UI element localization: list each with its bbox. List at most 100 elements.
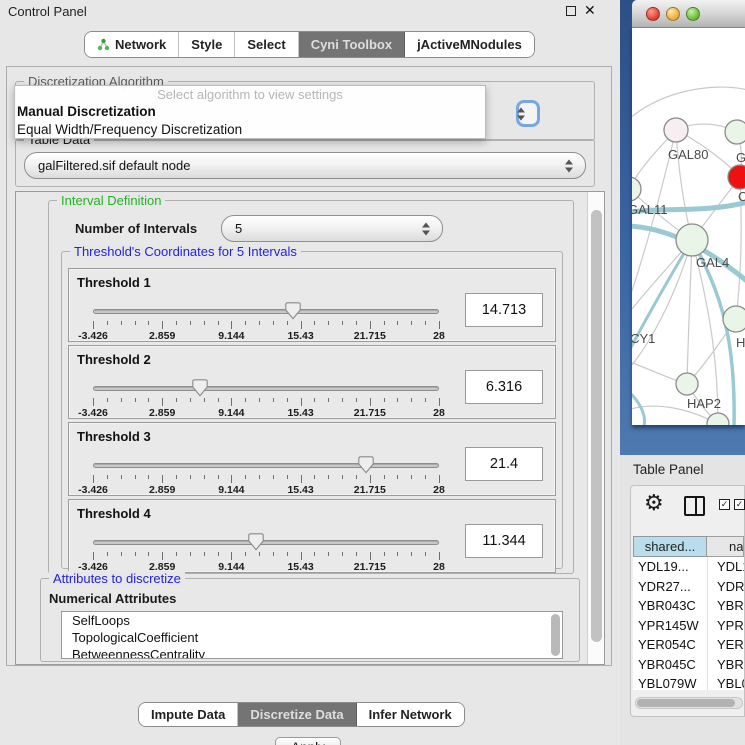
- checkbox-icon[interactable]: ✓: [734, 499, 745, 510]
- node-table[interactable]: shared... na YDL19...YDL1YDR27...YDR2YBR…: [633, 536, 744, 690]
- table-rows: YDL19...YDL1YDR27...YDR2YBR043CYBR0YPR14…: [633, 557, 744, 690]
- tab-label: Discretize Data: [250, 707, 343, 722]
- cyni-toolbox-panel: Discretization Algorithm Select algorith…: [6, 66, 612, 666]
- table-row[interactable]: YER054CYER0: [633, 635, 744, 655]
- tab-cyni-toolbox[interactable]: Cyni Toolbox: [299, 32, 405, 57]
- threshold-value-input[interactable]: [465, 370, 543, 404]
- slider-track[interactable]: [93, 540, 439, 545]
- tab-label: Infer Network: [369, 707, 452, 722]
- cell-shared-name: YDL19...: [633, 557, 707, 577]
- algorithm-hint: Select algorithm to view settings: [15, 86, 485, 103]
- close-icon[interactable]: ✕: [584, 2, 596, 19]
- network-nodes: [632, 118, 745, 425]
- threshold-value-input[interactable]: [465, 293, 543, 327]
- node-h[interactable]: [723, 306, 745, 332]
- table-row[interactable]: YPR145WYPR1: [633, 616, 744, 636]
- algorithm-combobox-focused[interactable]: [516, 100, 540, 127]
- number-of-intervals-combobox[interactable]: 5: [221, 215, 443, 242]
- settings-scroll-panel: Interval Definition Number of Intervals …: [15, 191, 605, 665]
- node-gal4[interactable]: [676, 224, 708, 256]
- table-row[interactable]: YDR27...YDR2: [633, 577, 744, 597]
- attributes-group-label: Attributes to discretize: [49, 571, 185, 586]
- node-label: GA: [736, 150, 745, 165]
- node-hap2[interactable]: [676, 373, 698, 395]
- tick-label: 15.43: [287, 407, 313, 419]
- tab-label: Impute Data: [151, 707, 225, 722]
- tick-label: -3.426: [78, 484, 108, 496]
- cell-name: YER0: [707, 635, 744, 655]
- tick-label: 9.144: [218, 484, 244, 496]
- slider-track[interactable]: [93, 386, 439, 391]
- node-label: GAL4: [696, 255, 729, 270]
- threshold-panel: Threshold 4-3.4262.8599.14415.4321.71528: [68, 499, 556, 573]
- tick-label: 9.144: [218, 407, 244, 419]
- threshold-value-input[interactable]: [465, 524, 543, 558]
- table-row[interactable]: YBR043CYBR0: [633, 596, 744, 616]
- node-ga[interactable]: [725, 120, 745, 144]
- gear-icon[interactable]: ⚙: [644, 490, 664, 516]
- threshold-panel: Threshold 1-3.4262.8599.14415.4321.71528: [68, 268, 556, 342]
- node-red-selected[interactable]: [728, 165, 745, 189]
- attribute-list-item[interactable]: SelfLoops: [62, 612, 562, 629]
- slider-thumb[interactable]: [358, 456, 374, 474]
- number-of-intervals-value: 5: [235, 221, 242, 236]
- tab-impute-data[interactable]: Impute Data: [139, 703, 238, 726]
- mac-minimize-icon[interactable]: [666, 7, 680, 21]
- checkbox-icon[interactable]: ✓: [719, 499, 730, 510]
- list-scrollbar[interactable]: [551, 614, 560, 656]
- control-panel-titlebar: Control Panel ✕: [0, 0, 620, 22]
- node-partial[interactable]: [707, 413, 729, 425]
- node-label: GCY1: [632, 331, 655, 346]
- slider-thumb[interactable]: [248, 533, 264, 551]
- tab-jactivemnodules[interactable]: jActiveMNodules: [405, 32, 534, 57]
- slider-thumb[interactable]: [285, 302, 301, 320]
- table-panel-title: Table Panel: [633, 462, 704, 477]
- cell-name: YBL0: [707, 674, 744, 690]
- mac-close-icon[interactable]: [646, 7, 660, 21]
- threshold-slider[interactable]: -3.4262.8599.14415.4321.71528: [93, 269, 439, 343]
- tab-select[interactable]: Select: [235, 32, 298, 57]
- threshold-slider[interactable]: -3.4262.8599.14415.4321.71528: [93, 423, 439, 497]
- table-row[interactable]: YDL19...YDL1: [633, 557, 744, 577]
- threshold-slider[interactable]: -3.4262.8599.14415.4321.71528: [93, 346, 439, 420]
- network-window-titlebar[interactable]: [632, 0, 745, 28]
- table-data-combobox[interactable]: galFiltered.sif default node: [24, 152, 586, 179]
- tick-label: 15.43: [287, 484, 313, 496]
- columns-icon[interactable]: [684, 496, 705, 516]
- tab-label: Cyni Toolbox: [311, 37, 392, 52]
- float-window-icon[interactable]: [566, 6, 576, 16]
- algorithm-option-equal-width[interactable]: Equal Width/Frequency Discretization: [15, 121, 485, 139]
- table-row[interactable]: YBL079WYBL0: [633, 674, 744, 690]
- node-gal11[interactable]: [632, 177, 641, 201]
- tab-infer-network[interactable]: Infer Network: [357, 703, 464, 726]
- algorithm-option-manual[interactable]: Manual Discretization: [15, 103, 485, 121]
- tab-style[interactable]: Style: [179, 32, 235, 57]
- horizontal-scrollbar[interactable]: [635, 697, 743, 709]
- attribute-list-item[interactable]: TopologicalCoefficient: [62, 629, 562, 646]
- cell-shared-name: YBR043C: [633, 596, 707, 616]
- slider-track[interactable]: [93, 309, 439, 314]
- node-gal80[interactable]: [664, 118, 688, 142]
- tick-label: 28: [433, 330, 445, 342]
- network-canvas[interactable]: GAL80 GA C GAL11 GAL4 GCY1 H HAP2: [632, 28, 745, 425]
- vertical-scrollbar[interactable]: [587, 192, 604, 664]
- column-header-name[interactable]: na: [707, 536, 744, 557]
- threshold-slider[interactable]: -3.4262.8599.14415.4321.71528: [93, 500, 439, 574]
- apply-button[interactable]: Apply: [275, 737, 341, 745]
- numerical-attributes-list[interactable]: SelfLoopsTopologicalCoefficientBetweenne…: [61, 611, 563, 659]
- network-icon: [97, 38, 110, 51]
- slider-track[interactable]: [93, 463, 439, 468]
- scrollbar-thumb[interactable]: [591, 210, 602, 642]
- column-header-shared-name[interactable]: shared...: [633, 536, 707, 557]
- scrollbar-thumb[interactable]: [637, 699, 735, 707]
- attribute-list-item[interactable]: BetweennessCentrality: [62, 646, 562, 659]
- mac-zoom-icon[interactable]: [686, 7, 700, 21]
- node-label: H: [736, 335, 745, 350]
- threshold-value-input[interactable]: [465, 447, 543, 481]
- table-row[interactable]: YBR045CYBR0: [633, 655, 744, 675]
- tab-discretize-data[interactable]: Discretize Data: [238, 703, 356, 726]
- slider-thumb[interactable]: [192, 379, 208, 397]
- tab-network[interactable]: Network: [85, 32, 179, 57]
- cell-shared-name: YPR145W: [633, 616, 707, 636]
- cell-name: YPR1: [707, 616, 744, 636]
